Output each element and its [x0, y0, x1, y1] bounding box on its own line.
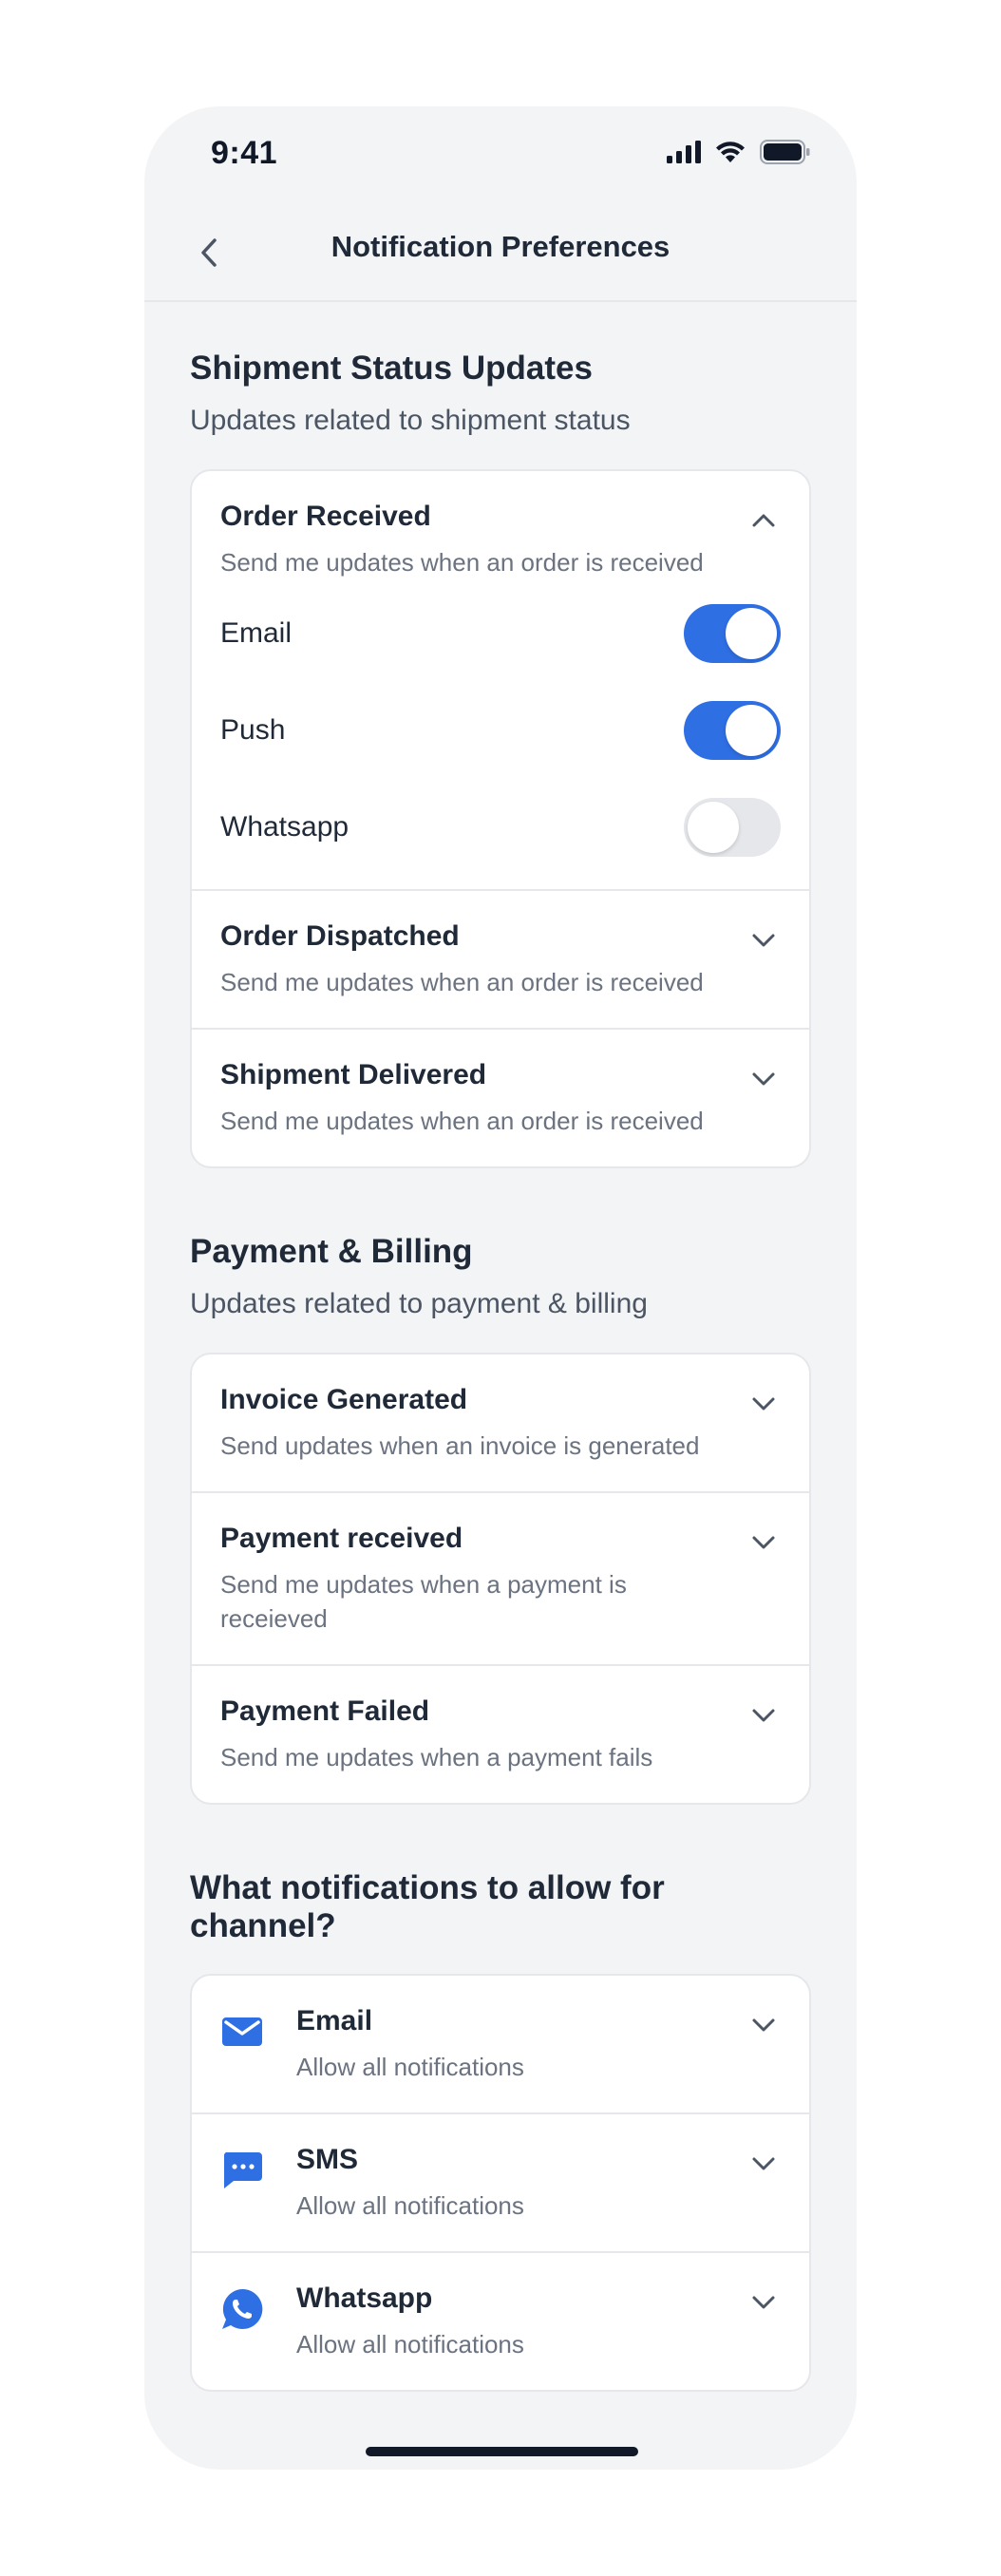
- row-description: Allow all notifications: [296, 2191, 524, 2220]
- status-time: 9:41: [211, 135, 278, 171]
- section-subtitle: Updates related to payment & billing: [190, 1288, 648, 1319]
- chevron-down-icon[interactable]: [750, 1066, 777, 1092]
- chevron-up-icon[interactable]: [750, 507, 777, 534]
- row-description: Send updates when an invoice is generate…: [220, 1431, 700, 1460]
- row-title: Invoice Generated: [220, 1384, 468, 1415]
- whatsapp-icon: [222, 2288, 263, 2329]
- signal-icon: [667, 141, 701, 163]
- chevron-down-icon[interactable]: [750, 1529, 777, 1556]
- status-icons: [667, 139, 811, 165]
- shipment-card: Order Received Send me updates when an o…: [190, 469, 811, 1168]
- chevron-down-icon[interactable]: [750, 2150, 777, 2177]
- home-indicator: [366, 2447, 638, 2456]
- row-title: Shipment Delivered: [220, 1059, 487, 1090]
- shipment-section: Shipment Status Updates Updates related …: [190, 302, 811, 1168]
- row-title: Order Received: [220, 501, 431, 532]
- chevron-down-icon[interactable]: [750, 2289, 777, 2316]
- row-description: Send me updates when an order is receive…: [220, 1107, 704, 1135]
- email-icon: [222, 2017, 262, 2046]
- channel-row-sms[interactable]: SMS Allow all notifications: [192, 2112, 809, 2251]
- sms-icon: [223, 2152, 262, 2188]
- toggle-label: Whatsapp: [220, 811, 349, 843]
- channels-card: Email Allow all notifications SMS Allow …: [190, 1974, 811, 2392]
- chevron-down-icon[interactable]: [750, 927, 777, 954]
- chevron-down-icon[interactable]: [750, 1391, 777, 1417]
- row-title: Payment Failed: [220, 1695, 430, 1727]
- page-title: Notification Preferences: [331, 230, 670, 263]
- notification-row-shipment-delivered[interactable]: Shipment Delivered Send me updates when …: [192, 1028, 809, 1166]
- row-title: SMS: [296, 2144, 359, 2175]
- notification-row-payment-received[interactable]: Payment received Send me updates when a …: [192, 1491, 809, 1664]
- notification-row-payment-failed[interactable]: Payment Failed Send me updates when a pa…: [192, 1664, 809, 1803]
- wifi-icon: [716, 142, 745, 162]
- status-bar: 9:41: [144, 106, 857, 201]
- chevron-down-icon[interactable]: [750, 2012, 777, 2038]
- section-title: Payment & Billing: [190, 1233, 473, 1270]
- notification-row-invoice-generated[interactable]: Invoice Generated Send updates when an i…: [192, 1354, 809, 1491]
- row-description: Send me updates when an order is receive…: [220, 548, 704, 577]
- nav-header: Notification Preferences: [144, 201, 857, 302]
- payment-card: Invoice Generated Send updates when an i…: [190, 1353, 811, 1805]
- row-title: Email: [296, 2005, 373, 2036]
- toggle-label: Push: [220, 714, 286, 746]
- content: Shipment Status Updates Updates related …: [190, 302, 811, 2392]
- notification-row-order-received[interactable]: Order Received Send me updates when an o…: [192, 471, 809, 889]
- row-description: Allow all notifications: [296, 2053, 524, 2081]
- notification-row-order-dispatched[interactable]: Order Dispatched Send me updates when an…: [192, 889, 809, 1028]
- toggle-row-email: Email: [220, 585, 781, 682]
- phone-screen: 9:41 Notification Preferences Shipment S…: [144, 106, 857, 2470]
- row-description: Send me updates when an order is receive…: [220, 968, 704, 996]
- push-toggle[interactable]: [684, 701, 781, 760]
- toggle-row-whatsapp: Whatsapp: [220, 779, 781, 876]
- toggle-row-push: Push: [220, 682, 781, 779]
- row-title: Order Dispatched: [220, 920, 460, 952]
- chevron-down-icon[interactable]: [750, 1702, 777, 1729]
- section-subtitle: Updates related to shipment status: [190, 405, 631, 436]
- channels-section: What notifications to allow for channel?…: [190, 1805, 811, 2392]
- toggle-label: Email: [220, 617, 293, 649]
- payment-section: Payment & Billing Updates related to pay…: [190, 1168, 811, 1805]
- whatsapp-toggle[interactable]: [684, 798, 781, 857]
- row-title: Payment received: [220, 1523, 463, 1554]
- section-title: Shipment Status Updates: [190, 350, 593, 387]
- channel-row-whatsapp[interactable]: Whatsapp Allow all notifications: [192, 2251, 809, 2390]
- battery-icon: [760, 140, 810, 164]
- row-title: Whatsapp: [296, 2282, 433, 2314]
- email-toggle[interactable]: [684, 604, 781, 663]
- row-description: Send me updates when a payment is receie…: [220, 1570, 627, 1633]
- section-title: What notifications to allow for channel?: [190, 1869, 665, 1944]
- row-description: Allow all notifications: [296, 2330, 524, 2358]
- channel-row-email[interactable]: Email Allow all notifications: [192, 1976, 809, 2112]
- row-description: Send me updates when a payment fails: [220, 1743, 653, 1771]
